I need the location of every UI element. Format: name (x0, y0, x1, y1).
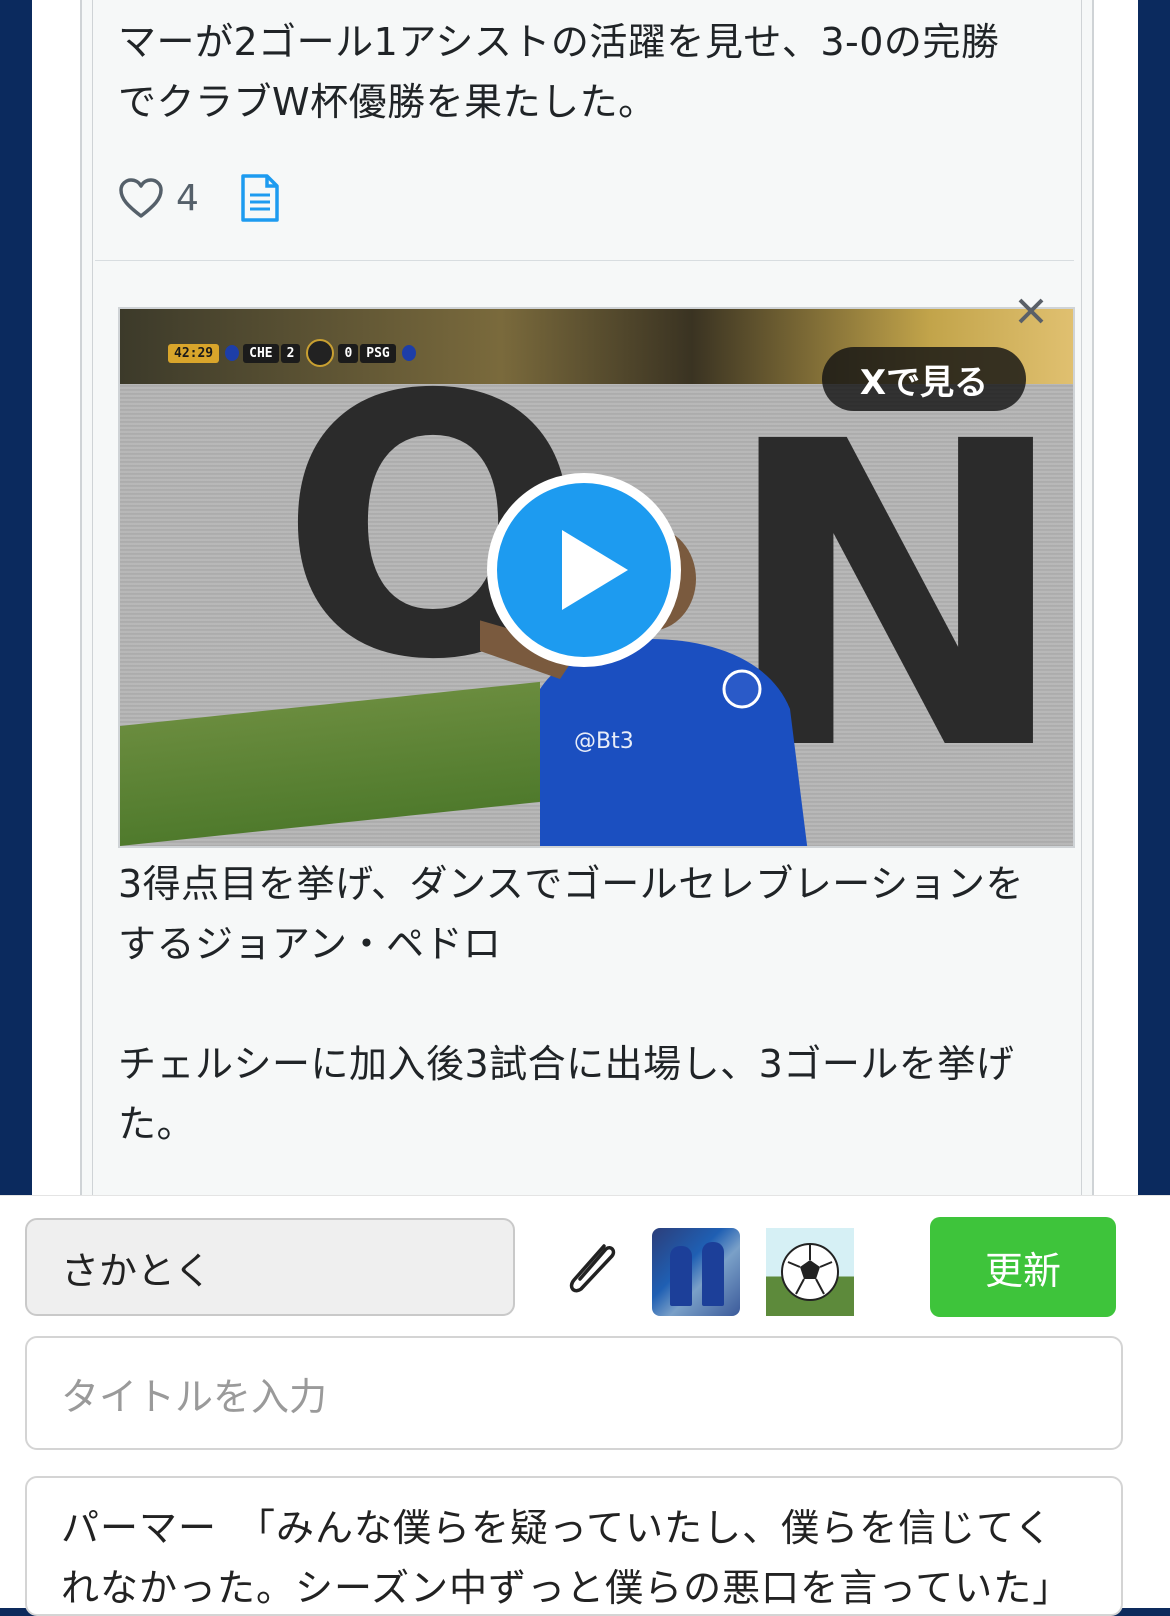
like-count: 4 (176, 177, 199, 219)
page-background-right (1138, 0, 1170, 1195)
document-icon[interactable] (239, 173, 281, 223)
compose-panel: さかとく 更新 タイトルを入力 パーマー 「みんな僕らを疑っていたし、僕らを信じ… (0, 1195, 1170, 1616)
title-input[interactable]: タイトルを入力 (25, 1336, 1123, 1450)
video-player[interactable]: O N 42:29 CHE 2 0 PSG Xで見る @Bt3 (118, 307, 1075, 848)
body-textarea[interactable]: パーマー 「みんな僕らを疑っていたし、僕らを信じてく れなかった。シーズン中ずっ… (25, 1476, 1123, 1616)
attached-image-thumbnail[interactable] (652, 1228, 740, 1316)
tweet-actions: 4 (118, 168, 281, 228)
paperclip-icon[interactable] (560, 1236, 624, 1300)
home-team: CHE (243, 343, 279, 363)
tweet-text: マーが2ゴール1アシストの活躍を見せ、3-0の完勝 でクラブW杯優勝を果たした。 (118, 20, 1000, 124)
video-watermark: @Bt3 (574, 729, 634, 754)
home-score: 2 (280, 343, 301, 363)
tweet-text: 3得点目を挙げ、ダンスでゴールセレブレーションを するジョアン・ペドロ チェルシ… (118, 862, 1024, 1146)
away-crest-icon (401, 345, 416, 361)
match-time: 42:29 (168, 343, 220, 363)
tournament-logo-icon (306, 339, 335, 367)
name-input[interactable]: さかとく (25, 1218, 515, 1316)
play-icon[interactable] (486, 472, 682, 668)
update-button[interactable]: 更新 (930, 1217, 1116, 1317)
tweet-divider (95, 260, 1074, 261)
heart-icon[interactable] (118, 177, 164, 219)
page-background-left (0, 0, 32, 1195)
soccer-ball-icon[interactable] (766, 1228, 854, 1316)
away-score: 0 (338, 343, 359, 363)
home-crest-icon (225, 345, 240, 361)
watch-on-x-button[interactable]: Xで見る (822, 347, 1026, 411)
close-icon[interactable] (1016, 296, 1046, 326)
away-team: PSG (360, 343, 396, 363)
scorebug: 42:29 CHE 2 0 PSG (168, 339, 420, 367)
soccer-ball-icon (781, 1243, 839, 1301)
